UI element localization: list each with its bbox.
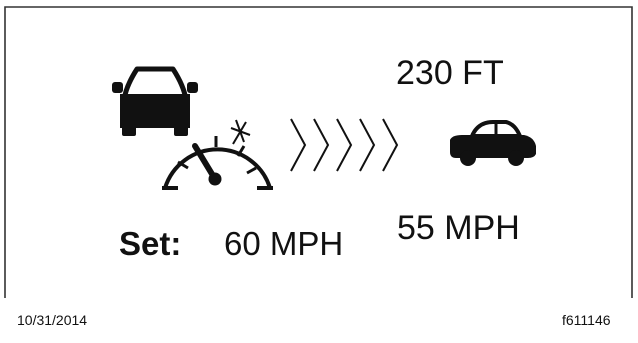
chevron-right-icon	[336, 118, 353, 172]
figure-id: f611146	[562, 312, 611, 328]
speedometer-icon	[162, 119, 273, 190]
chevron-right-icon	[382, 118, 399, 172]
set-speed-label: Set:	[119, 225, 182, 262]
car-side-icon	[450, 120, 536, 166]
chevron-right-icon	[290, 118, 307, 172]
lead-vehicle-speed-readout: 55 MPH	[397, 209, 520, 247]
cruise-control-display: 230 FT 55 MPH Set: 60 MPH 10/31/2014 f61…	[0, 0, 638, 343]
chevron-right-icon	[313, 118, 330, 172]
set-speed-value: 60 MPH	[224, 225, 344, 262]
footer-date: 10/31/2014	[17, 312, 88, 328]
following-gap-indicator	[290, 118, 399, 172]
following-distance-readout: 230 FT	[396, 54, 504, 92]
chevron-right-icon	[359, 118, 376, 172]
